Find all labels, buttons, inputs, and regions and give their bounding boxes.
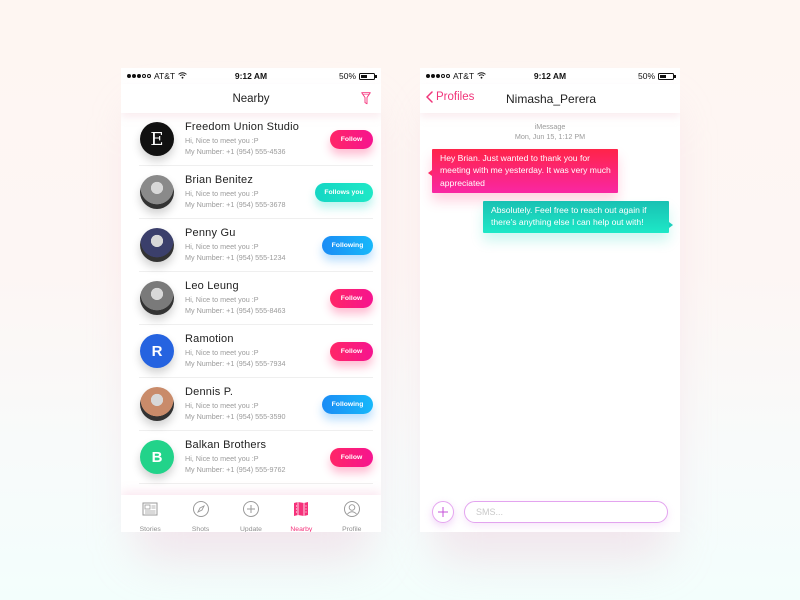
message-incoming: Hey Brian. Just wanted to thank you for …	[428, 149, 618, 193]
tab-shots[interactable]: Shots	[177, 495, 225, 532]
plus-icon	[438, 507, 448, 517]
follow-button[interactable]: Follow	[330, 288, 373, 308]
avatar[interactable]: R	[140, 334, 174, 368]
person-row[interactable]: Brian Benitez Hi, Nice to meet you :P My…	[139, 166, 373, 219]
tab-label: Shots	[191, 526, 210, 532]
tab-bar: Stories Shots Update Nearby Profile	[121, 495, 381, 532]
following-button[interactable]: Following	[322, 235, 373, 255]
sms-input[interactable]	[464, 501, 668, 523]
tab-label: Nearby	[290, 526, 313, 532]
tab-profile[interactable]: Profile	[328, 495, 376, 532]
battery-icon	[359, 72, 377, 80]
avatar-initial: R	[151, 342, 163, 360]
signal-icon	[127, 74, 151, 78]
avatar[interactable]	[140, 387, 174, 421]
tab-update[interactable]: Update	[227, 495, 275, 532]
back-label: Profiles	[436, 91, 475, 103]
filter-icon[interactable]	[361, 92, 371, 105]
follow-button[interactable]: Follow	[330, 129, 373, 149]
person-row[interactable]: B Balkan Brothers Hi, Nice to meet you :…	[139, 431, 373, 484]
status-bar: AT&T 9:12 AM 50%	[420, 68, 680, 84]
tab-label: Profile	[342, 526, 362, 532]
add-attachment-button[interactable]	[432, 501, 454, 523]
chat-meta: iMessage Mon, Jun 15, 1:12 PM	[420, 122, 680, 141]
battery-percent: 50%	[637, 71, 655, 81]
follows-you-button[interactable]: Follows you	[315, 182, 373, 202]
service-label: iMessage	[534, 122, 566, 131]
follow-button[interactable]: Follow	[330, 447, 373, 467]
status-bar: AT&T 9:12 AM 50%	[121, 68, 381, 84]
people-list: E Freedom Union Studio Hi, Nice to meet …	[121, 113, 381, 484]
person-row[interactable]: E Freedom Union Studio Hi, Nice to meet …	[139, 113, 373, 166]
user-icon	[343, 500, 361, 523]
avatar[interactable]: E	[140, 122, 174, 156]
message-outgoing: Absolutely. Feel free to reach out again…	[483, 201, 673, 233]
nav-bar: Nearby	[121, 84, 381, 113]
compose-bar	[432, 501, 668, 523]
compass-icon	[192, 500, 210, 523]
battery-icon	[658, 72, 676, 80]
newspaper-icon	[141, 500, 159, 523]
wifi-icon	[477, 71, 486, 81]
follow-button[interactable]: Follow	[330, 341, 373, 361]
nearby-screen: AT&T 9:12 AM 50% Nearby E Freedom Union …	[121, 68, 381, 532]
carrier-label: AT&T	[154, 71, 176, 81]
chat-screen: AT&T 9:12 AM 50% Profiles Nimasha_Perera…	[420, 68, 680, 532]
avatar[interactable]	[140, 175, 174, 209]
map-icon	[292, 500, 310, 523]
tab-stories[interactable]: Stories	[126, 495, 174, 532]
clock: 9:12 AM	[234, 71, 268, 81]
avatar[interactable]: B	[140, 440, 174, 474]
tab-label: Stories	[139, 526, 161, 532]
contact-name: Nimasha_Perera	[506, 92, 597, 106]
page-title: Nearby	[232, 92, 270, 105]
clock: 9:12 AM	[533, 71, 567, 81]
avatar[interactable]	[140, 228, 174, 262]
avatar[interactable]	[140, 281, 174, 315]
tab-nearby[interactable]: Nearby	[277, 495, 325, 532]
chevron-left-icon	[426, 91, 433, 103]
chat-timestamp: Mon, Jun 15, 1:12 PM	[514, 131, 586, 141]
avatar-initial: E	[150, 128, 164, 150]
plus-circle-icon	[242, 500, 260, 523]
chat-nav-bar: Profiles Nimasha_Perera	[420, 84, 680, 113]
signal-icon	[426, 74, 450, 78]
wifi-icon	[178, 71, 187, 81]
person-row[interactable]: Leo Leung Hi, Nice to meet you :P My Num…	[139, 272, 373, 325]
battery-percent: 50%	[338, 71, 356, 81]
back-button[interactable]: Profiles	[426, 91, 474, 103]
tab-label: Update	[240, 526, 262, 532]
person-row[interactable]: R Ramotion Hi, Nice to meet you :P My Nu…	[139, 325, 373, 378]
following-button[interactable]: Following	[322, 394, 373, 414]
person-row[interactable]: Penny Gu Hi, Nice to meet you :P My Numb…	[139, 219, 373, 272]
carrier-label: AT&T	[453, 71, 475, 81]
person-row[interactable]: Dennis P. Hi, Nice to meet you :P My Num…	[139, 378, 373, 431]
avatar-initial: B	[151, 448, 163, 466]
